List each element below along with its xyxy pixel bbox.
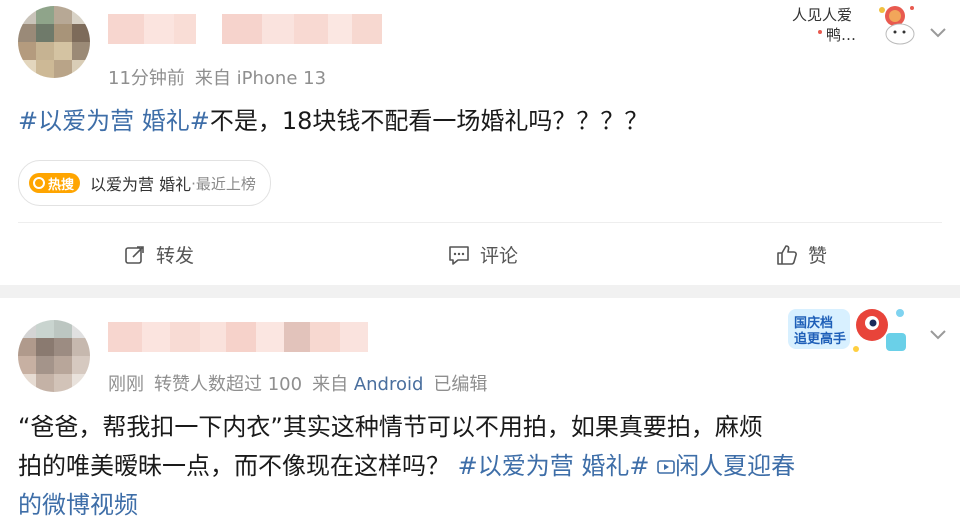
weibo-post-2: 国庆档 追更高手 刚刚 转赞人数超过 100 来自 Android 已编辑 “爸爸，帮… [0,298,960,528]
comment-icon [449,245,469,265]
video-link[interactable]: 闲人夏迎春 [657,452,795,480]
post-text-line: 的微博视频 [18,486,948,525]
post-text-line: “爸爸，帮我扣一下内衣”其实这种情节可以不用拍，如果真要拍，麻烦 [18,413,763,441]
video-link-continued[interactable]: 的微博视频 [18,491,138,519]
avatar[interactable] [18,6,90,78]
hot-topic-label: 以爱为营 婚礼 [90,175,192,194]
hot-search-pill[interactable]: 热搜 以爱为营 婚礼 ·最近上榜 [18,160,271,206]
post-time: 刚刚 [108,374,144,395]
post-separator [0,285,960,298]
post-time: 11分钟前 [108,68,185,89]
action-bar: 转发 评论 赞 [0,236,960,272]
sticker-decoration: 国庆档 追更高手 [786,303,916,359]
edited-label: 已编辑 [433,374,488,395]
topic-tag-link[interactable]: #以爱为营 婚礼# [458,452,650,480]
svg-text:国庆档: 国庆档 [794,315,833,331]
svg-text:鸭…: 鸭… [826,26,856,44]
post-text: “爸爸，帮我扣一下内衣”其实这种情节可以不用拍，如果真要拍，麻烦 拍的唯美暧昧一… [18,408,948,525]
chevron-down-icon[interactable] [926,20,950,44]
like-button[interactable]: 赞 [776,241,827,268]
sticker-decoration: 人见人爱 鸭… [790,2,920,48]
topic-tag-link[interactable]: #以爱为营 婚礼# [18,107,210,135]
post-meta: 刚刚 转赞人数超过 100 来自 Android 已编辑 [108,370,487,396]
weibo-post-1: 人见人爱 鸭… 11分钟前 来自 iPhone 13 #以爱为营 婚礼#不是，18… [0,0,960,285]
avatar[interactable] [18,320,90,392]
post-text-body: 不是，18块钱不配看一场婚礼吗？？？？ [209,107,649,135]
search-icon [33,177,45,189]
thumbs-up-icon [777,244,797,265]
hot-topic-suffix: ·最近上榜 [191,174,256,193]
chevron-down-icon[interactable] [926,322,950,346]
repost-icon [125,245,144,264]
comment-button[interactable]: 评论 [448,241,518,268]
post-text-line: 拍的唯美暧昧一点，而不像现在这样吗？ #以爱为营 婚礼# 闲人夏迎春 [18,452,796,480]
repost-like-stat: 转赞人数超过 100 [154,374,303,395]
repost-button[interactable]: 转发 [124,241,194,268]
video-icon [657,460,675,474]
hot-search-badge: 热搜 [29,173,81,193]
source-prefix: 来自 [194,68,231,89]
post-text: #以爱为营 婚礼#不是，18块钱不配看一场婚礼吗？？？？ [18,102,648,141]
post-source-link[interactable]: Android [354,374,424,395]
username[interactable] [108,14,382,44]
post-source: iPhone 13 [236,68,327,89]
svg-text:人见人爱: 人见人爱 [792,6,852,24]
divider [18,222,942,223]
username[interactable] [108,322,368,352]
post-meta: 11分钟前 来自 iPhone 13 [108,64,326,90]
svg-text:追更高手: 追更高手 [794,331,846,347]
source-prefix: 来自 [312,374,349,395]
